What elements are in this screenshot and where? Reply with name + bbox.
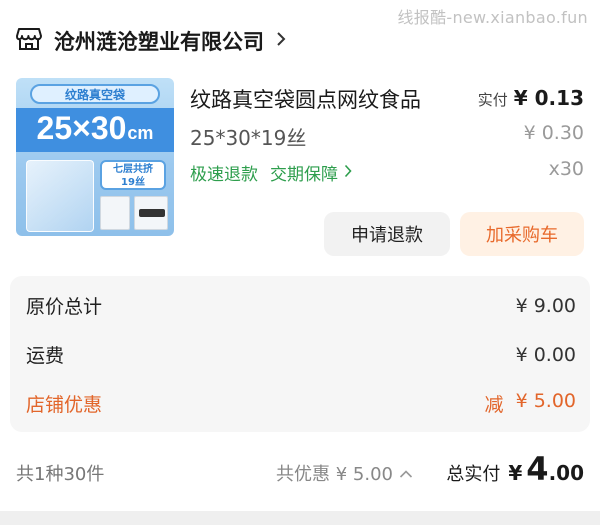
price-original: ¥ 0.30 (523, 122, 584, 144)
bag-illustration (26, 160, 94, 232)
service-tags[interactable]: 极速退款 交期保障 (190, 160, 352, 185)
store-icon (16, 27, 42, 55)
total-integer: 4 (526, 450, 549, 488)
total-paid: 总实付 ¥ 4 .00 (446, 450, 584, 488)
item-count: 共1种30件 (16, 464, 105, 485)
product-spec: 25*30*19丝 (190, 126, 307, 150)
shop-discount-value: 减 ¥ 5.00 (484, 390, 576, 416)
order-footer: 共1种30件 共优惠 ¥ 5.00 总实付 ¥ 4 .00 (0, 448, 600, 494)
add-to-cart-button[interactable]: 加采购车 (460, 212, 584, 256)
shop-discount-row: 店铺优惠 减 ¥ 5.00 (26, 390, 576, 417)
paid-price: 实付 ¥ 0.13 (478, 86, 584, 110)
shop-name: 沧州涟沧塑业有限公司 (54, 30, 264, 54)
total-paid-label: 总实付 (446, 464, 501, 485)
machine-thumbnail (100, 196, 130, 230)
original-total-label: 原价总计 (26, 296, 103, 318)
sealer-thumbnail (134, 196, 168, 230)
shipping-row: 运费 ¥ 0.00 (26, 341, 576, 368)
shop-discount-label: 店铺优惠 (26, 394, 103, 416)
apply-refund-button[interactable]: 申请退款 (324, 212, 450, 256)
order-summary: 原价总计 ¥ 9.00 运费 ¥ 0.00 店铺优惠 减 ¥ 5.00 (10, 276, 590, 432)
product-title[interactable]: 纹路真空袋圆点网纹食品 (190, 84, 421, 114)
original-total-value: ¥ 9.00 (515, 294, 576, 317)
image-badge: 七层共挤 19丝 (100, 160, 166, 190)
original-total-row: 原价总计 ¥ 9.00 (26, 292, 576, 319)
chevron-up-icon (399, 463, 413, 484)
chevron-right-icon (344, 163, 352, 183)
total-saved[interactable]: 共优惠 ¥ 5.00 (276, 460, 413, 486)
delivery-guarantee-tag: 交期保障 (270, 165, 338, 185)
image-top-label: 纹路真空袋 (30, 84, 160, 104)
price-label: 实付 (477, 91, 508, 109)
watermark: 线报酷-new.xianbao.fun (397, 8, 588, 27)
total-currency: ¥ (508, 461, 523, 485)
product-image[interactable]: 纹路真空袋 25×30 cm 七层共挤 19丝 (16, 78, 174, 236)
bottom-divider (0, 511, 600, 525)
shop-header[interactable]: 沧州涟沧塑业有限公司 (16, 26, 286, 56)
shipping-label: 运费 (26, 345, 65, 367)
total-decimal: .00 (548, 461, 584, 485)
quantity: x30 (548, 158, 584, 180)
image-size-label: 25×30 cm (16, 108, 174, 152)
shipping-value: ¥ 0.00 (515, 343, 576, 366)
chevron-right-icon (276, 31, 286, 51)
fast-refund-tag: 极速退款 (190, 165, 258, 185)
price-now: ¥ 0.13 (513, 86, 584, 110)
